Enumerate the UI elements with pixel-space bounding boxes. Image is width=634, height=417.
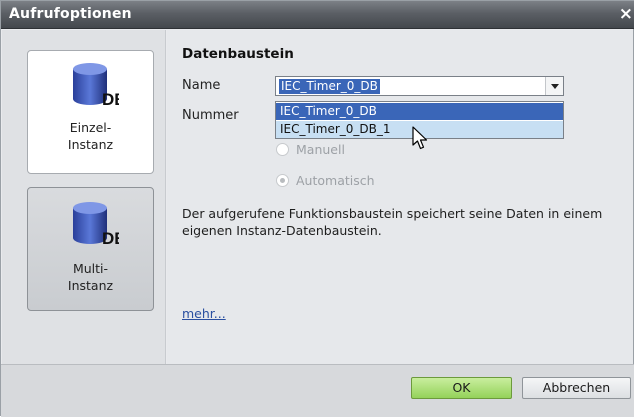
nummer-label: Nummer bbox=[182, 108, 239, 123]
db-icon-text: DB bbox=[102, 90, 119, 109]
name-label: Name bbox=[182, 78, 221, 93]
name-combobox-value: IEC_Timer_0_DB bbox=[279, 79, 380, 94]
dropdown-option[interactable]: IEC_Timer_0_DB bbox=[276, 103, 563, 120]
close-icon[interactable]: × bbox=[619, 4, 633, 24]
call-options-dialog: Aufrufoptionen × DB Einzel- Instanz bbox=[0, 0, 634, 417]
radio-automatisch-label: Automatisch bbox=[296, 173, 375, 188]
radio-manuell-label: Manuell bbox=[296, 142, 345, 157]
cancel-button[interactable]: Abbrechen bbox=[522, 377, 631, 399]
title-bar: Aufrufoptionen × bbox=[1, 1, 634, 29]
single-instance-label-1: Einzel- bbox=[69, 120, 112, 135]
radio-manuell[interactable]: Manuell bbox=[274, 138, 464, 162]
description-text: Der aufgerufene Funktionsbaustein speich… bbox=[182, 206, 603, 238]
single-instance-label-2: Instanz bbox=[67, 137, 114, 152]
radio-manuell-circle[interactable] bbox=[276, 143, 289, 156]
more-link[interactable]: mehr... bbox=[182, 306, 226, 321]
radio-automatisch[interactable]: Automatisch bbox=[274, 169, 464, 193]
button-bar: OK Abbrechen bbox=[1, 364, 634, 417]
db-icon: DB bbox=[73, 63, 119, 109]
instance-type-pane: DB Einzel- Instanz DB bbox=[2, 30, 166, 364]
db-icon: DB bbox=[73, 202, 119, 248]
dropdown-button[interactable] bbox=[545, 77, 563, 95]
db-icon-text: DB bbox=[102, 229, 119, 248]
section-title: Datenbaustein bbox=[182, 46, 294, 62]
radio-automatisch-circle[interactable] bbox=[276, 174, 289, 187]
data-block-pane: Datenbaustein Name Nummer IEC_Timer_0_DB… bbox=[167, 30, 633, 364]
multi-instance-label-2: Instanz bbox=[67, 278, 114, 293]
name-combobox[interactable]: IEC_Timer_0_DB bbox=[275, 76, 564, 96]
dialog-title: Aufrufoptionen bbox=[9, 6, 132, 22]
mouse-pointer-icon bbox=[412, 126, 428, 150]
ok-button[interactable]: OK bbox=[411, 377, 512, 399]
chevron-down-icon bbox=[551, 84, 559, 89]
multi-instance-button[interactable]: DB Multi- Instanz bbox=[27, 187, 154, 311]
multi-instance-label-1: Multi- bbox=[72, 261, 109, 276]
single-instance-button[interactable]: DB Einzel- Instanz bbox=[27, 50, 154, 174]
